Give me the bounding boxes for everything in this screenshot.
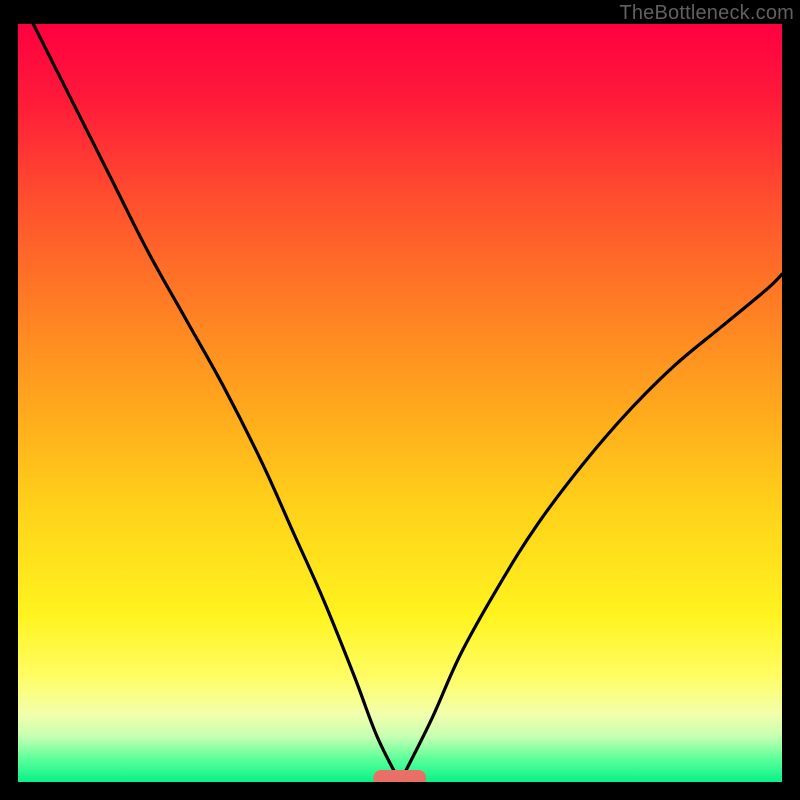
optimal-point-marker xyxy=(373,770,426,782)
watermark-text: TheBottleneck.com xyxy=(619,2,794,25)
curve-right-branch xyxy=(400,274,782,782)
plot-area xyxy=(18,24,782,782)
curve-left-branch xyxy=(33,24,400,782)
chart-frame: TheBottleneck.com xyxy=(0,0,800,800)
bottleneck-curve xyxy=(18,24,782,782)
